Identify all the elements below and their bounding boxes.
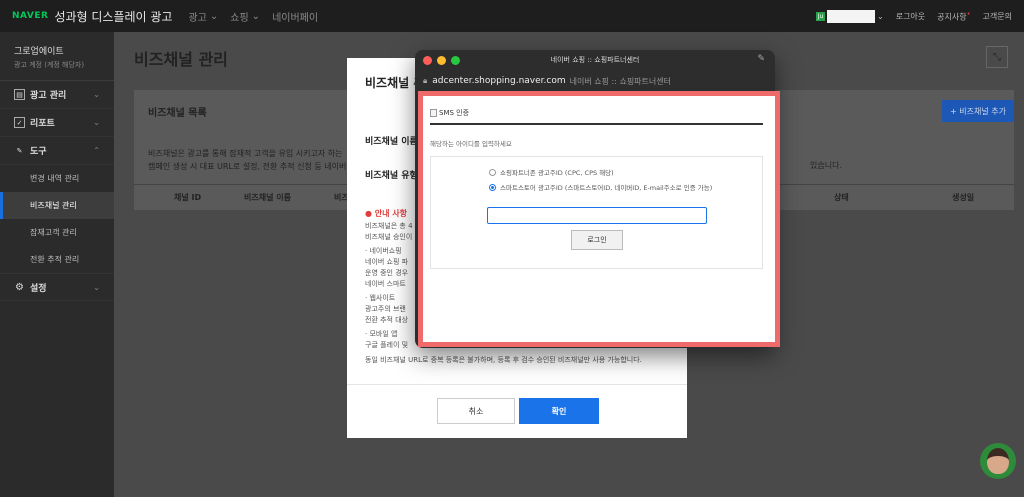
user-name-box bbox=[827, 9, 875, 23]
field-label-type: 비즈채널 유형 bbox=[365, 171, 418, 181]
chevron-down-icon: ⌄ bbox=[209, 10, 219, 22]
gear-icon: ⚙ bbox=[15, 281, 24, 293]
column-header[interactable]: 비즈채널 이름 bbox=[244, 192, 291, 203]
user-avatar: Ju bbox=[816, 11, 825, 21]
sms-auth-content: SMS 인증 해당하는 아이디를 입력하세요 쇼핑파트너존 광고주ID (CPC… bbox=[418, 91, 780, 347]
top-nav-shopping[interactable]: 쇼핑 ⌄ bbox=[230, 9, 260, 24]
top-nav-ad[interactable]: 광고 ⌄ bbox=[188, 9, 218, 24]
chevron-down-icon: ⌄ bbox=[93, 118, 100, 127]
chevron-down-icon: ⌄ bbox=[251, 10, 261, 22]
card-title: 비즈채널 목록 bbox=[148, 108, 207, 119]
radio-button-checked[interactable] bbox=[489, 183, 496, 191]
logout-link[interactable]: 로그아웃 bbox=[896, 11, 925, 22]
window-titlebar[interactable]: 네이버 쇼핑 :: 쇼핑파트너센터 ✎ bbox=[415, 50, 775, 70]
sidebar: 그로업에이트 광고 계정 (계정 해당자) ▤ 광고 관리 ⌄ ✓ 리포트 ⌄ … bbox=[0, 32, 114, 497]
pin-icon[interactable]: ✎ bbox=[757, 54, 765, 64]
chevron-down-icon: ⌄ bbox=[93, 282, 100, 292]
cancel-button[interactable]: 취소 bbox=[437, 398, 515, 424]
ad-management-icon: ▤ bbox=[14, 89, 25, 100]
account-info[interactable]: 그로업에이트 광고 계정 (계정 해당자) bbox=[0, 32, 114, 81]
report-icon: ✓ bbox=[14, 117, 25, 128]
id-selection-box: 쇼핑파트너존 광고주ID (CPC, CPS 해당) 스마트스토어 광고주ID … bbox=[430, 156, 763, 269]
top-right-menu: Ju ⌄ 로그아웃 공지사항• 고객문의 bbox=[816, 9, 1012, 23]
card-description: 비즈채널은 광고를 통해 잠재적 고객을 유입 시키고자 하는 캠페인 생성 시… bbox=[148, 149, 347, 171]
expand-icon[interactable]: ⤡ bbox=[986, 46, 1008, 68]
page-title: 비즈채널 관리 bbox=[134, 50, 228, 69]
instruction-text: 해당하는 아이디를 입력하세요 bbox=[430, 140, 512, 148]
sidebar-item-audience[interactable]: 잠재고객 관리 bbox=[0, 219, 114, 246]
radio-option-smartstore[interactable]: 스마트스토어 광고주ID (스마트스토어ID, 네이버ID, E-mail주소로… bbox=[489, 182, 712, 192]
naver-logo[interactable]: NAVER bbox=[12, 11, 48, 21]
sidebar-item-report[interactable]: ✓ 리포트 ⌄ bbox=[0, 109, 114, 137]
notice-line: 동일 비즈채널 URL로 중복 등록은 불가하며, 등록 후 검수 승인된 비즈… bbox=[365, 356, 642, 364]
avatar-face-icon bbox=[987, 448, 1009, 474]
radio-button[interactable] bbox=[489, 168, 496, 176]
sidebar-item-change-history[interactable]: 변경 내역 관리 bbox=[0, 165, 114, 192]
sms-auth-popup-window: 네이버 쇼핑 :: 쇼핑파트너센터 ✎ 🔒︎ adcenter.shopping… bbox=[415, 50, 780, 348]
floating-avatar[interactable] bbox=[980, 443, 1016, 479]
radio-option-shopping-partner[interactable]: 쇼핑파트너존 광고주ID (CPC, CPS 해당) bbox=[489, 167, 614, 177]
lock-icon: 🔒︎ bbox=[423, 76, 428, 85]
advertiser-id-input[interactable] bbox=[487, 207, 707, 224]
notice-badge: • bbox=[966, 9, 971, 18]
app-title[interactable]: 성과형 디스플레이 광고 bbox=[54, 8, 172, 25]
chevron-down-icon: ⌄ bbox=[877, 11, 884, 21]
header-divider bbox=[430, 123, 763, 125]
broken-image-icon bbox=[430, 109, 437, 117]
sidebar-item-conversion[interactable]: 전환 추적 관리 bbox=[0, 246, 114, 273]
notice-link[interactable]: 공지사항• bbox=[937, 10, 970, 23]
login-button[interactable]: 로그인 bbox=[571, 230, 623, 250]
chevron-down-icon: ⌄ bbox=[93, 90, 100, 99]
account-sub: 광고 계정 (계정 해당자) bbox=[14, 61, 85, 69]
sidebar-item-bizchannel[interactable]: 비즈채널 관리 bbox=[0, 192, 114, 219]
sidebar-item-settings[interactable]: ⚙ 설정 ⌄ bbox=[0, 273, 114, 301]
chevron-up-icon: ⌃ bbox=[93, 146, 100, 155]
top-nav-naverpay[interactable]: 네이버페이 bbox=[272, 9, 318, 24]
top-bar: NAVER 성과형 디스플레이 광고 광고 ⌄ 쇼핑 ⌄ 네이버페이 Ju ⌄ 로그… bbox=[0, 0, 1024, 32]
user-menu[interactable]: Ju ⌄ bbox=[816, 9, 884, 23]
sidebar-item-tools[interactable]: ✎ 도구 ⌃ bbox=[0, 137, 114, 165]
column-header[interactable]: 채널 ID bbox=[174, 192, 201, 203]
url-host: adcenter.shopping.naver.com bbox=[432, 76, 566, 86]
card-description-end: 있습니다. bbox=[810, 161, 842, 170]
sms-auth-header: SMS 인증 bbox=[430, 108, 469, 118]
window-title: 네이버 쇼핑 :: 쇼핑파트너센터 bbox=[550, 56, 640, 64]
column-header[interactable]: 상태 bbox=[834, 192, 849, 203]
column-header[interactable]: 생성일 bbox=[952, 192, 974, 203]
url-bar[interactable]: 🔒︎ adcenter.shopping.naver.com 네이버 쇼핑 ::… bbox=[415, 72, 775, 90]
account-name: 그로업에이트 bbox=[14, 47, 64, 57]
add-bizchannel-button[interactable]: + 비즈채널 추가 bbox=[942, 100, 1014, 122]
sidebar-item-ad-management[interactable]: ▤ 광고 관리 ⌄ bbox=[0, 81, 114, 109]
confirm-button[interactable]: 확인 bbox=[519, 398, 599, 424]
top-nav: 광고 ⌄ 쇼핑 ⌄ 네이버페이 bbox=[188, 9, 318, 24]
url-page-title: 네이버 쇼핑 :: 쇼핑파트너센터 bbox=[569, 76, 671, 86]
pencil-icon: ✎ bbox=[16, 146, 23, 155]
modal-divider bbox=[347, 384, 687, 385]
field-label-name: 비즈채널 이름 bbox=[365, 137, 418, 147]
help-link[interactable]: 고객문의 bbox=[983, 11, 1012, 22]
